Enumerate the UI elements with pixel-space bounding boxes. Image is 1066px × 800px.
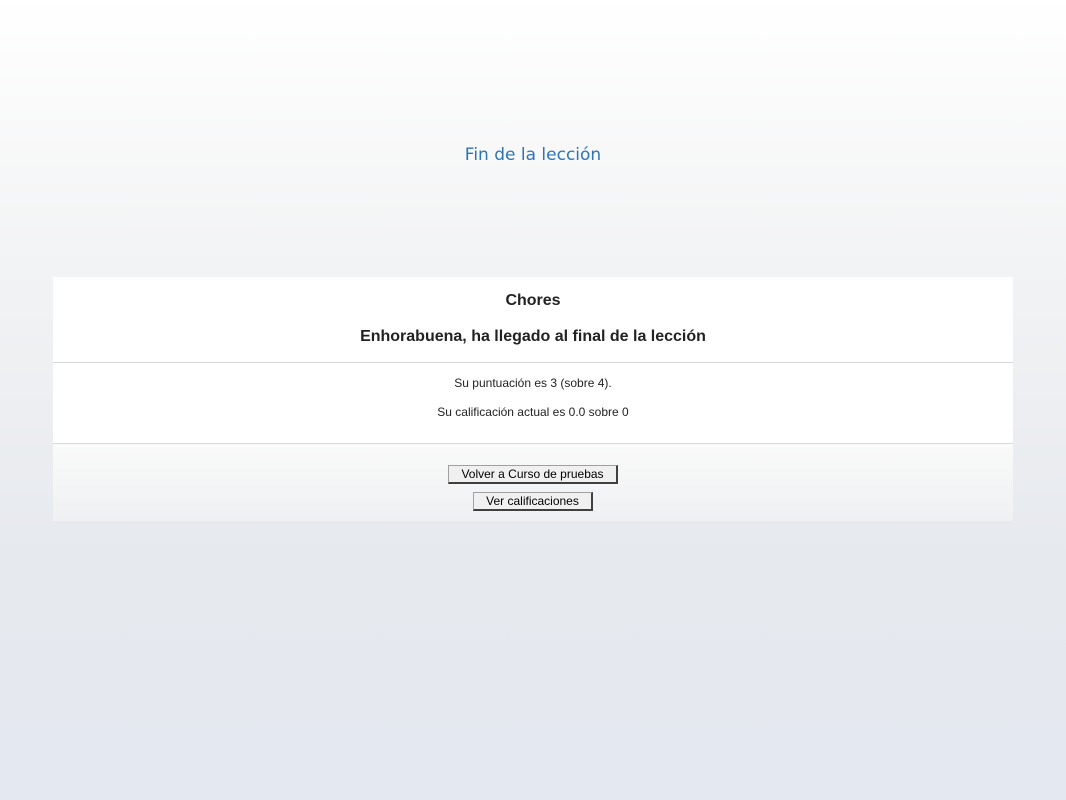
slide-title: Fin de la lección bbox=[464, 145, 602, 165]
grade-text: Su calificación actual es 0.0 sobre 0 bbox=[437, 405, 629, 419]
back-to-course-button[interactable]: Volver a Curso de pruebas bbox=[448, 465, 618, 484]
lesson-end-panel: Chores Enhorabuena, ha llegado al final … bbox=[53, 277, 1013, 521]
score-text: Su puntuación es 3 (sobre 4). bbox=[454, 376, 612, 390]
action-section: Volver a Curso de pruebas Ver calificaci… bbox=[53, 444, 1013, 521]
score-section: Su puntuación es 3 (sobre 4). Su calific… bbox=[53, 363, 1013, 444]
view-grades-button[interactable]: Ver calificaciones bbox=[473, 492, 593, 511]
course-name: Chores bbox=[505, 292, 561, 309]
panel-header: Chores Enhorabuena, ha llegado al final … bbox=[53, 277, 1013, 363]
congrats-heading: Enhorabuena, ha llegado al final de la l… bbox=[360, 328, 706, 345]
